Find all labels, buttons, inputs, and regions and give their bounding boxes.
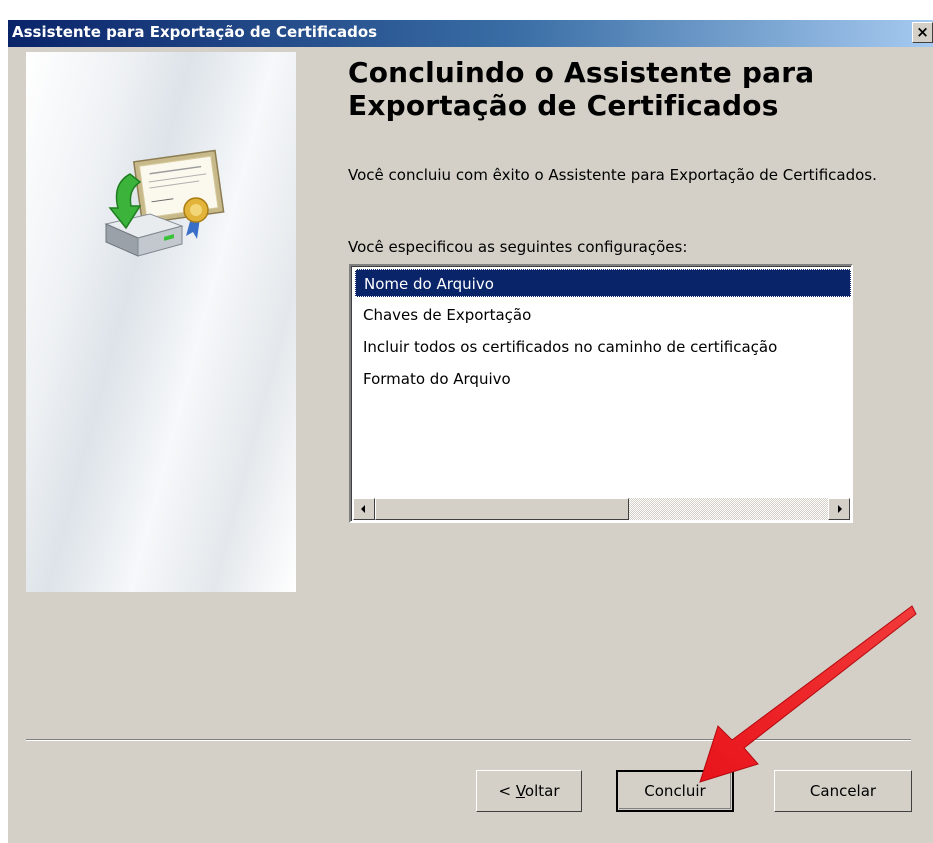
back-accelerator: V (515, 782, 525, 800)
listbox-inner: Nome do Arquivo Chaves de Exportação Inc… (351, 266, 851, 521)
wizard-description: Você concluiu com êxito o Assistente par… (348, 166, 877, 184)
list-item[interactable]: Formato do Arquivo (355, 365, 851, 397)
title-bar[interactable]: Assistente para Exportação de Certificad… (8, 20, 933, 47)
arrow-left-icon (361, 505, 365, 513)
close-button[interactable]: × (912, 22, 933, 43)
red-pointer-arrow-icon (699, 605, 917, 783)
settings-list: Nome do Arquivo Chaves de Exportação Inc… (355, 269, 851, 397)
back-prefix: < (498, 782, 516, 800)
back-label-rest: oltar (524, 782, 560, 800)
certificate-export-icon (104, 149, 225, 257)
settings-label: Você especificou as seguintes configuraç… (348, 238, 688, 256)
arrow-right-icon (838, 505, 842, 513)
settings-listbox[interactable]: Nome do Arquivo Chaves de Exportação Inc… (349, 264, 853, 523)
wizard-side-banner (26, 52, 296, 592)
list-item[interactable]: Nome do Arquivo (355, 269, 851, 297)
wizard-heading: Concluindo o Assistente para Exportação … (348, 56, 815, 122)
list-item[interactable]: Incluir todos os certificados no caminho… (355, 333, 851, 365)
horizontal-scrollbar[interactable] (353, 498, 850, 520)
back-button[interactable]: < Voltar (476, 770, 582, 812)
scroll-thumb[interactable] (375, 498, 629, 520)
scroll-right-button[interactable] (828, 498, 850, 520)
scroll-left-button[interactable] (353, 498, 375, 520)
window-title: Assistente para Exportação de Certificad… (12, 23, 378, 41)
list-item[interactable]: Chaves de Exportação (355, 301, 851, 333)
